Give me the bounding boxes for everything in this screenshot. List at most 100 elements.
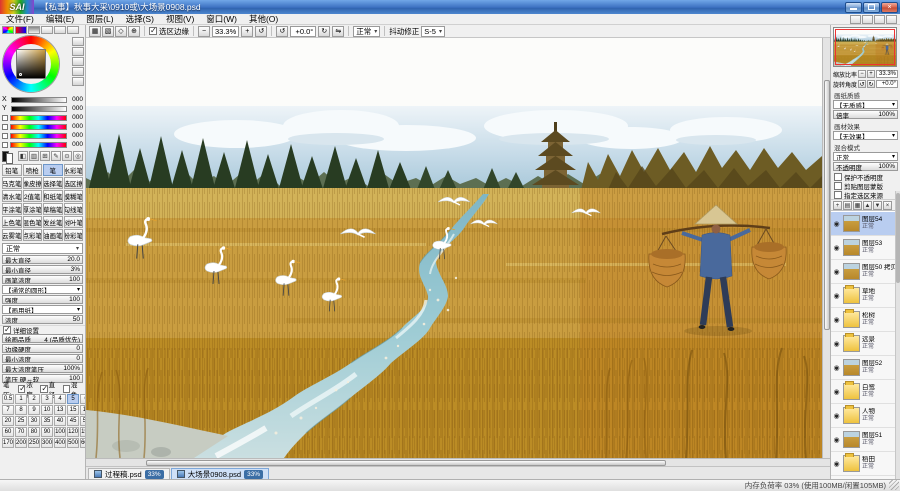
color-slider[interactable] (10, 133, 67, 139)
brush-tool[interactable]: 2值笔 (23, 190, 43, 202)
zoom-in-button[interactable]: + (241, 26, 253, 37)
zoom-value[interactable]: 33.3% (212, 26, 239, 37)
stabilizer-dropdown[interactable]: S-5▾ (421, 26, 445, 37)
brush-size-cell[interactable]: 25 (15, 416, 27, 426)
brush-shape-dropdown[interactable]: 【通常的圆形】 ▾ (2, 285, 83, 294)
menu-item[interactable]: 视图(V) (160, 14, 200, 25)
color-option-button[interactable] (72, 77, 84, 86)
scratchpad-tab-icon[interactable] (67, 26, 79, 34)
layer-item[interactable]: ◉ 图层50 拷贝 正常 (831, 260, 900, 284)
layer-tool-button[interactable]: ▼ (873, 201, 882, 210)
canvas-artwork[interactable] (86, 38, 822, 458)
visibility-eye-icon[interactable]: ◉ (832, 220, 841, 228)
layer-opacity-slider[interactable]: 不透明度 100% (833, 162, 898, 171)
layer-tool-button[interactable]: × (883, 201, 892, 210)
visibility-eye-icon[interactable]: ◉ (832, 268, 841, 276)
layer-item[interactable]: ◉ 图层53 正常 (831, 236, 900, 260)
toolbar-icon-button[interactable]: ⊕ (128, 26, 140, 37)
mini-tool-icon[interactable]: ⊞ (40, 151, 50, 161)
brush-size-cell[interactable]: 20 (2, 416, 14, 426)
brush-size-cell[interactable]: 45 (67, 416, 79, 426)
title-bar[interactable]: SAI 【私事】秋事大采\0910或\大场景0908.psd × (0, 0, 900, 14)
layer-item[interactable]: ◉ 松树 正常 (831, 308, 900, 332)
angle-value[interactable]: +0.0° (290, 26, 316, 37)
visibility-eye-icon[interactable]: ◉ (832, 292, 841, 300)
brush-size-cell[interactable]: 100 (54, 427, 66, 437)
maximize-button[interactable] (863, 2, 880, 13)
nav-zoom-out-button[interactable]: − (858, 70, 866, 78)
brush-size-cell[interactable]: 300 (41, 438, 53, 448)
visibility-eye-icon[interactable]: ◉ (832, 436, 841, 444)
paper-scale-slider[interactable]: 倍率 100% (833, 110, 898, 119)
brush-tool[interactable]: 笔 (43, 164, 63, 176)
visibility-eye-icon[interactable]: ◉ (832, 388, 841, 396)
blend-mode-dropdown[interactable]: 正常 ▾ (833, 152, 898, 161)
brush-shape-strength[interactable]: 强度 100 (2, 295, 83, 304)
menu-item[interactable]: 窗口(W) (200, 14, 243, 25)
layer-option-checkbox[interactable] (834, 173, 842, 181)
brush-size-cell[interactable]: 70 (15, 427, 27, 437)
brush-size-cell[interactable]: 170 (2, 438, 14, 448)
layer-tool-button[interactable]: ▤ (843, 201, 852, 210)
brush-tool[interactable]: 喷枪 (23, 164, 43, 176)
menu-item[interactable]: 文件(F) (0, 14, 40, 25)
mini-tool-icon[interactable]: ✎ (51, 151, 61, 161)
layer-item[interactable]: ◉ 图层52 正常 (831, 356, 900, 380)
navigator-thumbnail[interactable] (833, 27, 897, 67)
brush-tool[interactable]: 草稿笔 (43, 203, 63, 215)
document-tab[interactable]: 大场景0908.psd 33% (171, 468, 269, 479)
layer-item[interactable]: ◉ 图层51 正常 (831, 428, 900, 452)
visibility-eye-icon[interactable]: ◉ (832, 364, 841, 372)
brush-param-slider[interactable]: 最大直径 20.0 (2, 255, 83, 264)
toolbar-icon-button[interactable]: ▦ (89, 26, 101, 37)
brush-size-cell[interactable]: 1 (15, 394, 27, 404)
brush-tool[interactable]: 厚涂笔 (23, 203, 43, 215)
advanced-param[interactable]: 边缘硬度 0 (2, 344, 83, 353)
color-mixer-tab-icon[interactable] (41, 26, 53, 34)
brush-tool[interactable]: 点彩笔 (23, 229, 43, 241)
toolbar-icon-button[interactable]: ▧ (102, 26, 114, 37)
brush-size-cell[interactable]: 500 (67, 438, 79, 448)
brush-param-slider[interactable]: 最小直径 3% (2, 265, 83, 274)
layer-item[interactable]: ◉ 稻田 正常 (831, 452, 900, 476)
brush-size-cell[interactable]: 5 (67, 394, 79, 404)
rotate-cw-button[interactable]: ↻ (318, 26, 330, 37)
nav-zoom-in-button[interactable]: + (867, 70, 875, 78)
advanced-param[interactable]: 最小浓度 0 (2, 354, 83, 363)
vertical-scrollbar[interactable] (822, 38, 830, 458)
brush-tool[interactable]: 勾线笔 (64, 203, 84, 215)
visibility-eye-icon[interactable]: ◉ (832, 460, 841, 468)
brush-size-cell[interactable]: 60 (2, 427, 14, 437)
brush-tex-strength[interactable]: 浓度 50 (2, 315, 83, 324)
color-option-button[interactable] (72, 57, 84, 66)
visibility-eye-icon[interactable]: ◉ (832, 340, 841, 348)
layer-item[interactable]: ◉ 人物 正常 (831, 404, 900, 428)
slider-toggle[interactable] (2, 124, 8, 130)
zoom-reset-button[interactable]: ↺ (255, 26, 267, 37)
advanced-param[interactable]: 最大浓度笔压 100% (2, 364, 83, 373)
brush-tool[interactable]: 马克笔 (2, 177, 22, 189)
y-slider[interactable] (11, 106, 67, 112)
pressure-checkbox[interactable] (40, 385, 47, 393)
swatches-tab-icon[interactable] (54, 26, 66, 34)
toolbar-icon-button[interactable]: ◇ (115, 26, 127, 37)
brush-size-cell[interactable]: 400 (54, 438, 66, 448)
slider-toggle[interactable] (2, 133, 8, 139)
rgb-slider-tab-icon[interactable] (15, 26, 27, 34)
layer-list-scrollbar[interactable] (895, 191, 900, 479)
window-resize-grip[interactable] (889, 480, 899, 490)
brush-blend-dropdown[interactable]: 正常 ▾ (2, 243, 83, 254)
brush-size-cell[interactable]: 40 (54, 416, 66, 426)
layer-option-checkbox[interactable] (834, 191, 842, 199)
menu-item[interactable]: 选择(S) (120, 14, 160, 25)
brush-size-cell[interactable]: 30 (28, 416, 40, 426)
color-option-button[interactable] (72, 47, 84, 56)
slider-toggle[interactable] (2, 142, 8, 148)
brush-size-cell[interactable]: 6 (80, 394, 86, 404)
advanced-settings-checkbox[interactable] (3, 326, 11, 334)
layer-item[interactable]: ◉ 图层54 正常 (831, 212, 900, 236)
color-option-button[interactable] (72, 37, 84, 46)
brush-size-cell[interactable]: 3 (41, 394, 53, 404)
brush-size-cell[interactable]: 250 (28, 438, 40, 448)
brush-param-slider[interactable]: 画笔浓度 100 (2, 275, 83, 284)
